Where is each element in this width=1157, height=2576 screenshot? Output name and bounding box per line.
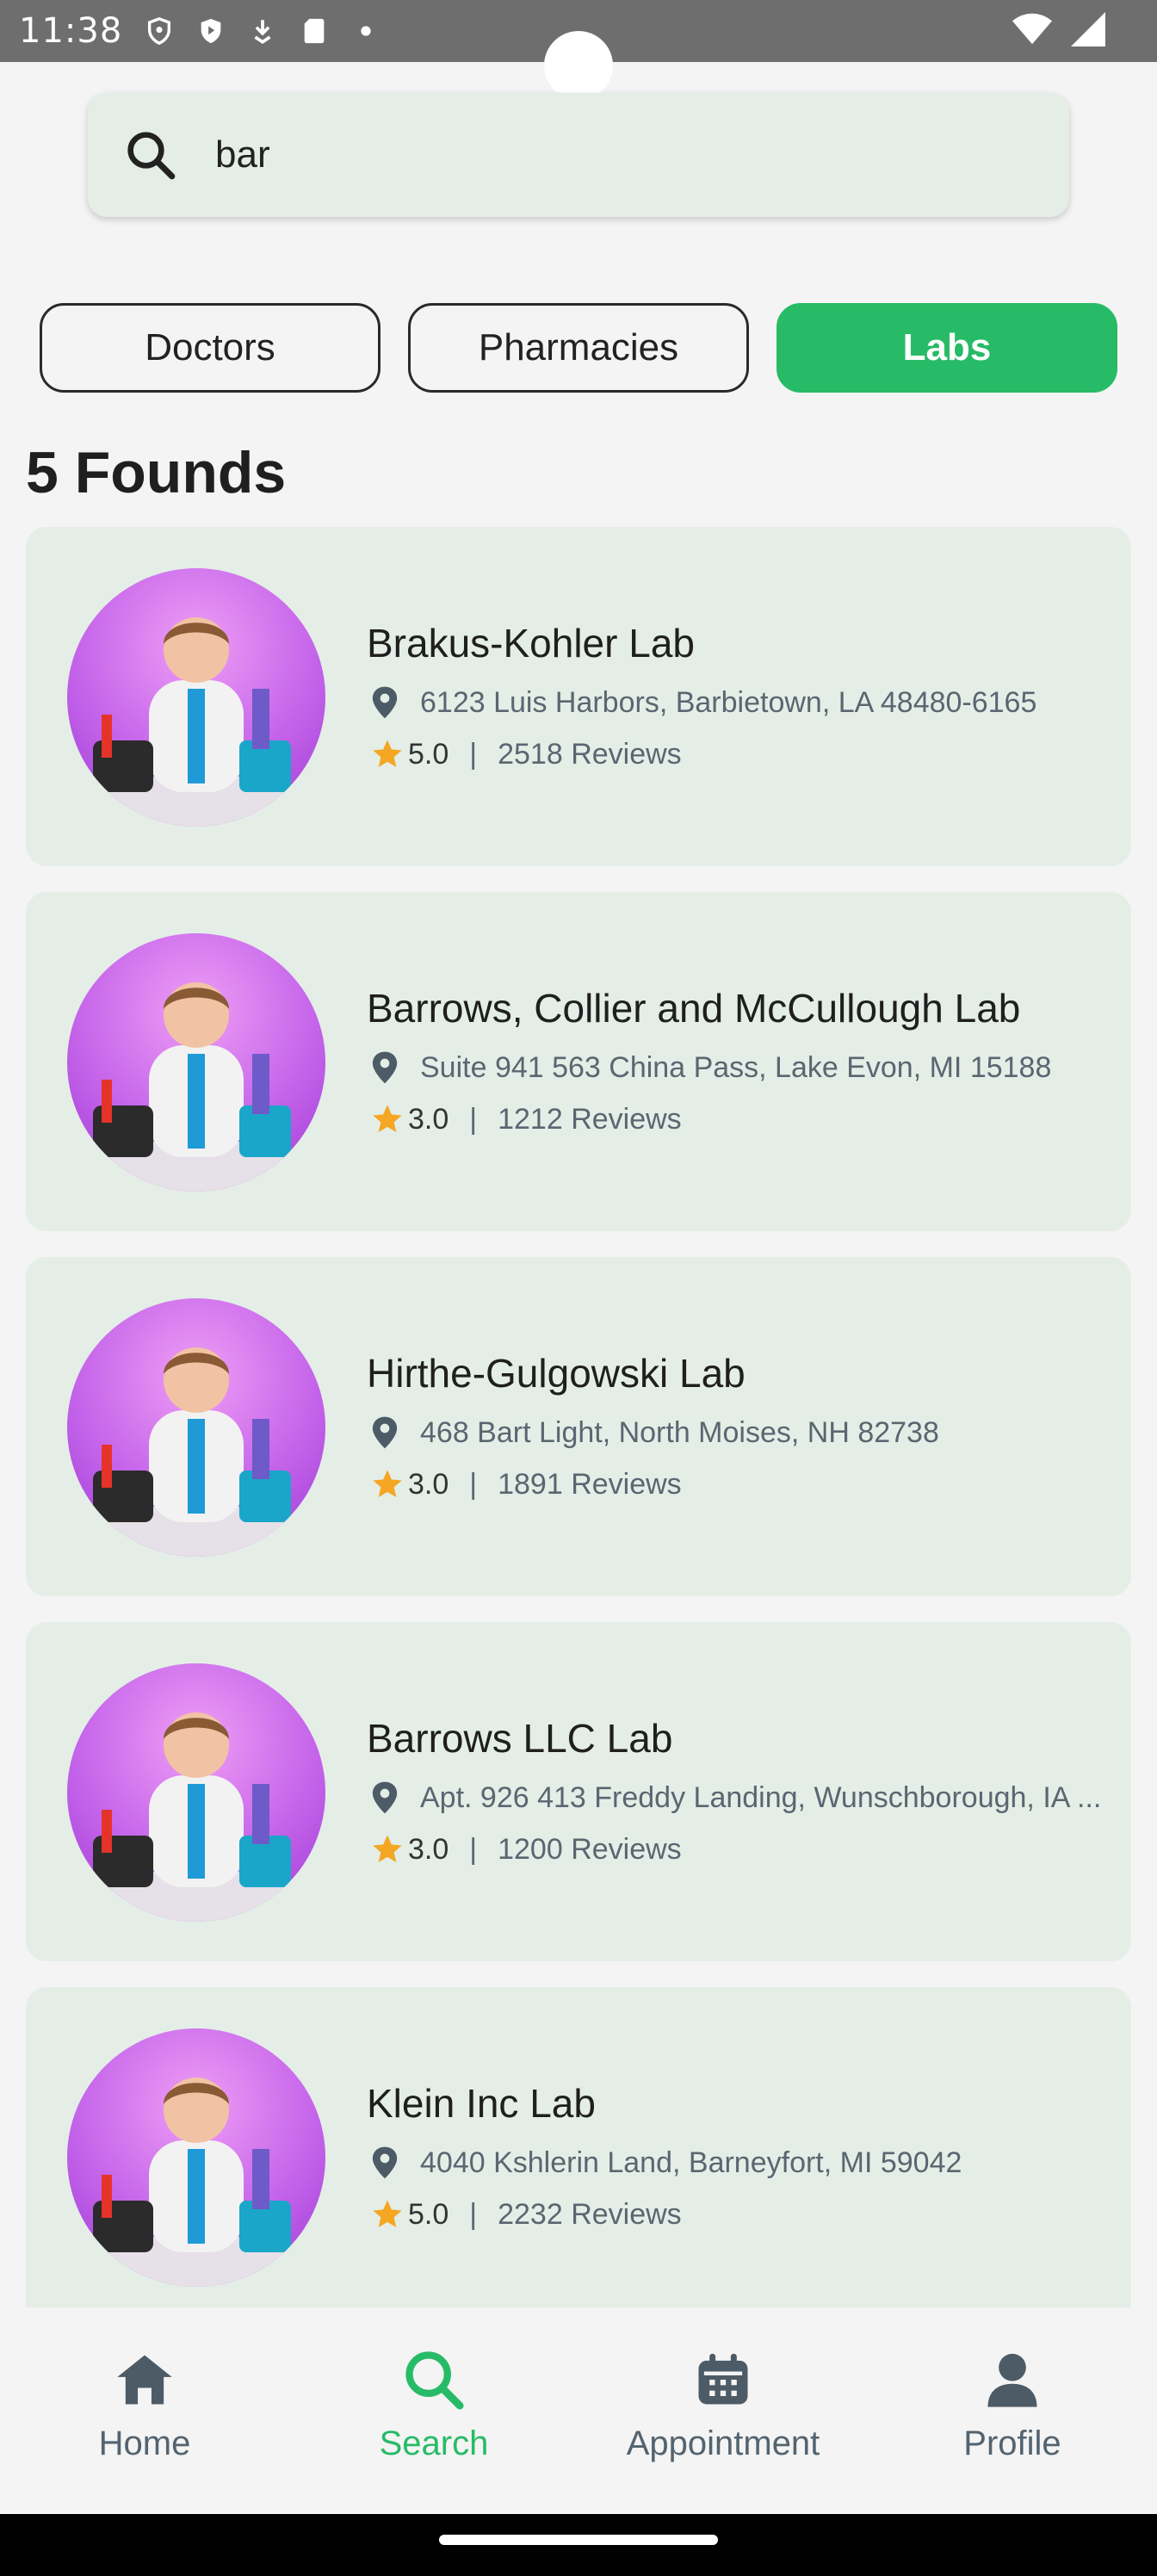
lab-rating-row: 5.0 | 2232 Reviews — [370, 2197, 682, 2232]
lab-address-row: 4040 Kshlerin Land, Barneyfort, MI 59042 — [370, 2146, 1111, 2180]
nav-home-label: Home — [98, 2424, 191, 2462]
results-list[interactable]: Brakus-Kohler Lab 6123 Luis Harbors, Bar… — [26, 527, 1131, 2307]
star-icon — [373, 1105, 402, 1132]
home-gesture-handle[interactable] — [439, 2535, 718, 2545]
lab-name: Barrows LLC Lab — [367, 1716, 673, 1761]
shield-icon — [148, 17, 171, 46]
lab-rating-row: 5.0 | 2518 Reviews — [370, 737, 682, 771]
lab-name: Klein Inc Lab — [367, 2081, 596, 2126]
tab-doctors[interactable]: Doctors — [40, 303, 381, 393]
location-pin-icon — [372, 686, 398, 719]
scientist-illustration-icon — [67, 1712, 325, 1922]
status-right — [1012, 12, 1105, 46]
lab-avatar — [67, 933, 325, 1192]
lab-rating-row: 3.0 | 1200 Reviews — [370, 1832, 682, 1867]
lab-avatar — [67, 568, 325, 827]
calendar-icon — [698, 2353, 748, 2405]
lab-rating: 5.0 — [408, 737, 449, 771]
nav-profile[interactable]: Profile — [868, 2307, 1157, 2514]
nav-appointment-label: Appointment — [626, 2424, 820, 2462]
lab-address: 6123 Luis Harbors, Barbietown, LA 48480-… — [420, 685, 1037, 719]
notification-dot-icon — [361, 26, 371, 36]
nav-profile-label: Profile — [963, 2424, 1061, 2462]
lab-address: 4040 Kshlerin Land, Barneyfort, MI 59042 — [420, 2146, 962, 2179]
rating-separator: | — [469, 2197, 478, 2231]
location-pin-icon — [372, 1781, 398, 1814]
lab-card[interactable]: Barrows LLC Lab Apt. 926 413 Freddy Land… — [26, 1622, 1131, 1961]
rating-separator: | — [469, 1102, 478, 1136]
lab-name: Barrows, Collier and McCullough Lab — [367, 986, 1021, 1031]
sd-card-icon — [304, 18, 325, 44]
bottom-nav: Home Search Appointment Profile — [0, 2307, 1157, 2514]
search-icon — [405, 2351, 464, 2410]
results-count-title: 5 Founds — [26, 440, 287, 505]
star-icon — [373, 1470, 402, 1497]
lab-address-row: 6123 Luis Harbors, Barbietown, LA 48480-… — [370, 685, 1111, 720]
nav-search[interactable]: Search — [289, 2307, 578, 2514]
search-input[interactable] — [215, 133, 990, 176]
lab-reviews: 1212 Reviews — [498, 1102, 682, 1136]
tab-pharmacies[interactable]: Pharmacies — [408, 303, 749, 393]
lab-rating: 3.0 — [408, 1467, 449, 1501]
lab-card[interactable]: Hirthe-Gulgowski Lab 468 Bart Light, Nor… — [26, 1257, 1131, 1596]
lab-address: 468 Bart Light, North Moises, NH 82738 — [420, 1415, 939, 1449]
scientist-illustration-icon — [67, 982, 325, 1192]
camera-cutout — [544, 31, 613, 100]
user-icon — [987, 2353, 1037, 2407]
star-icon — [373, 740, 402, 767]
rating-separator: | — [469, 1467, 478, 1501]
lab-avatar — [67, 1298, 325, 1557]
lab-card[interactable]: Klein Inc Lab 4040 Kshlerin Land, Barney… — [26, 1987, 1131, 2307]
lab-avatar — [67, 1663, 325, 1922]
lab-reviews: 1891 Reviews — [498, 1467, 682, 1501]
location-pin-icon — [372, 2146, 398, 2179]
search-bar[interactable] — [88, 93, 1069, 217]
lab-rating: 3.0 — [408, 1832, 449, 1866]
lab-address: Apt. 926 413 Freddy Landing, Wunschborou… — [420, 1780, 1102, 1814]
rating-separator: | — [469, 737, 478, 771]
lab-rating: 3.0 — [408, 1102, 449, 1136]
nav-search-label: Search — [379, 2424, 489, 2462]
lab-address-row: Apt. 926 413 Freddy Landing, Wunschborou… — [370, 1780, 1111, 1815]
lab-rating: 5.0 — [408, 2197, 449, 2231]
tab-labs[interactable]: Labs — [776, 303, 1117, 393]
play-protect-icon — [201, 18, 221, 44]
lab-address-row: 468 Bart Light, North Moises, NH 82738 — [370, 1415, 1111, 1450]
rating-separator: | — [469, 1832, 478, 1866]
lab-reviews: 1200 Reviews — [498, 1832, 682, 1866]
nav-appointment[interactable]: Appointment — [578, 2307, 868, 2514]
screen: 11:38 Doctors Pharmacies Labs 5 Founds — [0, 0, 1157, 2576]
scientist-illustration-icon — [67, 617, 325, 827]
lab-card[interactable]: Barrows, Collier and McCullough Lab Suit… — [26, 892, 1131, 1231]
system-nav-bar — [0, 2514, 1157, 2576]
lab-name: Hirthe-Gulgowski Lab — [367, 1351, 746, 1396]
category-tabs: Doctors Pharmacies Labs — [40, 303, 1117, 393]
lab-rating-row: 3.0 | 1891 Reviews — [370, 1467, 682, 1502]
scientist-illustration-icon — [67, 2078, 325, 2287]
home-icon — [117, 2355, 172, 2405]
location-pin-icon — [372, 1416, 398, 1449]
location-pin-icon — [372, 1051, 398, 1084]
wifi-icon — [1012, 13, 1052, 45]
star-icon — [373, 2200, 402, 2227]
lab-reviews: 2518 Reviews — [498, 737, 682, 771]
status-time: 11:38 — [19, 11, 123, 51]
lab-name: Brakus-Kohler Lab — [367, 621, 695, 666]
nav-home[interactable]: Home — [0, 2307, 289, 2514]
scientist-illustration-icon — [67, 1347, 325, 1557]
lab-reviews: 2232 Reviews — [498, 2197, 682, 2231]
download-icon — [254, 20, 271, 44]
lab-address-row: Suite 941 563 China Pass, Lake Evon, MI … — [370, 1050, 1111, 1085]
star-icon — [373, 1835, 402, 1862]
search-icon — [127, 132, 176, 180]
signal-icon — [1071, 12, 1105, 46]
lab-address: Suite 941 563 China Pass, Lake Evon, MI … — [420, 1050, 1052, 1084]
lab-avatar — [67, 2028, 325, 2287]
lab-rating-row: 3.0 | 1212 Reviews — [370, 1102, 682, 1136]
lab-card[interactable]: Brakus-Kohler Lab 6123 Luis Harbors, Bar… — [26, 527, 1131, 866]
